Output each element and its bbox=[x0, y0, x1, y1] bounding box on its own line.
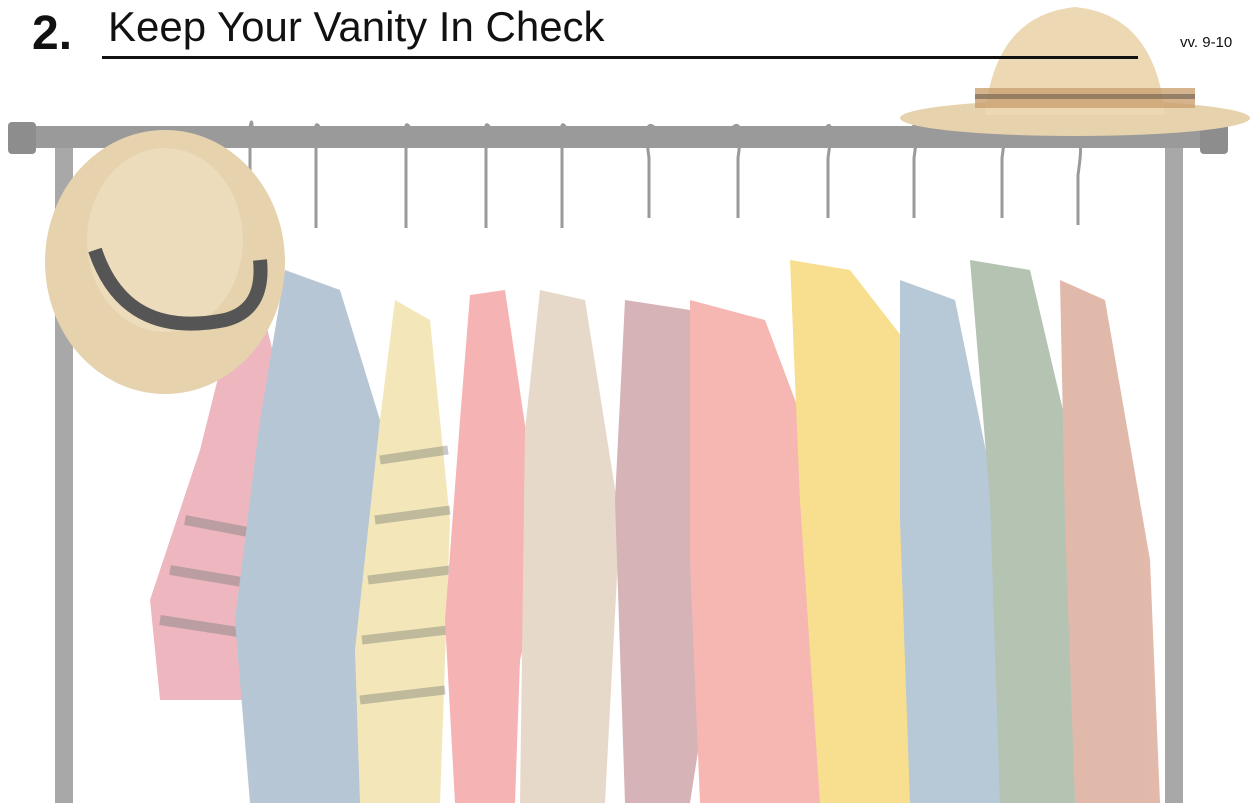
rack-bar-cap-left bbox=[8, 122, 36, 154]
garment-striped-shirt bbox=[355, 300, 450, 803]
garments bbox=[150, 260, 1160, 803]
slide-header: 2. Keep Your Vanity In Check vv. 9-10 bbox=[0, 0, 1258, 70]
garment-rust-jacket bbox=[1060, 280, 1160, 803]
point-title: Keep Your Vanity In Check bbox=[108, 3, 605, 50]
title-underline bbox=[102, 56, 1138, 59]
garment-plaid-shirt bbox=[520, 290, 620, 803]
point-number: 2. bbox=[32, 7, 73, 60]
clothing-rack-illustration bbox=[0, 0, 1258, 803]
left-straw-hat bbox=[45, 130, 285, 394]
rack-right-post bbox=[1165, 140, 1183, 803]
verse-reference: vv. 9-10 bbox=[1180, 34, 1233, 51]
rack-svg bbox=[8, 7, 1250, 803]
